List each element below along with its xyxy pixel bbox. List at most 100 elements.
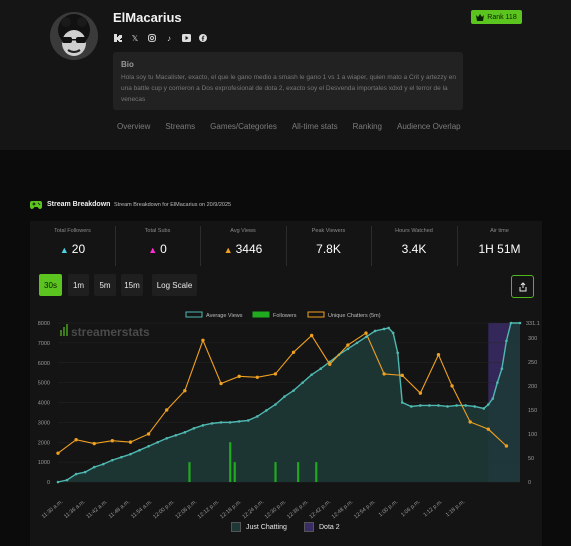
views-point	[518, 321, 522, 325]
views-point	[387, 326, 390, 330]
y-right-tick-label: 250	[528, 360, 537, 366]
views-point	[274, 403, 277, 406]
chatters-point	[504, 444, 509, 448]
y-left-tick-label: 0	[47, 480, 50, 486]
legend-label: Average Views	[206, 313, 243, 319]
followers-bar	[297, 462, 300, 482]
followers-bar	[315, 462, 318, 482]
views-point	[505, 339, 508, 343]
views-point	[292, 389, 295, 392]
chatters-point	[56, 451, 60, 455]
legend-swatch	[304, 522, 314, 532]
x-tick-label: 12:18 p.m.	[219, 499, 243, 521]
views-point	[156, 440, 159, 444]
y-right-tick-label: 200	[528, 384, 537, 390]
views-point	[237, 420, 241, 423]
chatters-point	[450, 384, 454, 388]
views-point	[500, 367, 504, 371]
views-point	[219, 421, 223, 424]
views-point	[486, 403, 490, 406]
chatters-point	[418, 391, 423, 395]
x-tick-label: 12:42 p.m.	[309, 499, 333, 521]
y-left-tick-label: 6000	[38, 361, 50, 367]
x-tick-label: 11:30 a.m.	[41, 499, 65, 520]
x-tick-label: 12:06 p.m.	[175, 499, 199, 521]
y-right-tick-label: 100	[528, 432, 537, 438]
x-tick-label: 11:48 a.m.	[108, 499, 132, 520]
x-tick-label: 12:24 p.m.	[242, 499, 266, 521]
views-point	[92, 465, 96, 469]
chatters-point	[436, 353, 441, 357]
x-tick-label: 11:42 a.m.	[85, 499, 109, 520]
views-point	[437, 404, 440, 407]
views-point	[74, 472, 78, 476]
views-point	[382, 327, 386, 331]
views-point	[482, 407, 486, 410]
views-point	[111, 458, 114, 462]
chatters-point	[110, 438, 115, 443]
legend-label: Unique Chatters (5m)	[328, 313, 381, 319]
legend-just-chatting[interactable]: Just Chatting	[231, 522, 287, 532]
watermark-bar-icon	[66, 324, 68, 336]
views-point	[419, 404, 422, 407]
views-point	[65, 478, 69, 482]
y-left-tick-label: 2000	[38, 440, 50, 446]
chatters-point	[92, 441, 96, 446]
x-tick-label: 1:18 p.m.	[445, 499, 467, 519]
chatters-point	[346, 343, 350, 347]
chatters-point	[165, 408, 169, 412]
views-point	[346, 347, 350, 351]
views-point	[428, 404, 431, 407]
legend-label: Dota 2	[319, 523, 340, 531]
chatters-point	[328, 362, 332, 367]
legend-dota-2[interactable]: Dota 2	[304, 522, 340, 532]
views-point	[83, 470, 87, 474]
x-tick-label: 12:00 p.m.	[152, 499, 176, 521]
views-point	[473, 405, 477, 408]
views-point	[192, 427, 196, 430]
watermark: streamerstats	[71, 325, 150, 339]
y-left-tick-label: 1000	[38, 460, 50, 466]
views-point	[355, 341, 359, 345]
watermark-bar-icon	[60, 330, 62, 336]
views-point	[201, 424, 205, 427]
x-tick-label: 1:12 p.m.	[423, 499, 445, 519]
views-point	[246, 419, 250, 422]
legend-label: Just Chatting	[246, 523, 287, 531]
views-point	[310, 373, 313, 376]
legend-swatch	[307, 311, 325, 318]
chatters-point	[364, 331, 368, 335]
views-point	[496, 381, 499, 384]
views-point	[509, 321, 513, 325]
chatters-point	[382, 372, 386, 376]
y-left-tick-label: 8000	[38, 321, 50, 327]
views-point	[147, 444, 150, 448]
views-point	[129, 452, 132, 456]
chatters-point	[291, 350, 296, 355]
views-point	[210, 422, 214, 425]
x-tick-label: 1:00 p.m.	[378, 499, 400, 519]
y-right-max-label: 331.1	[526, 321, 540, 327]
followers-bar	[229, 442, 232, 482]
x-tick-label: 1:06 p.m.	[400, 499, 422, 519]
y-right-tick-label: 150	[528, 408, 537, 414]
chatters-point	[219, 381, 223, 386]
legend-swatch	[252, 311, 270, 318]
views-point	[56, 480, 60, 484]
followers-bar	[188, 462, 191, 482]
x-tick-label: 12:30 p.m.	[264, 499, 288, 521]
x-tick-label: 12:12 p.m.	[197, 499, 221, 521]
chatters-point	[468, 420, 472, 424]
legend-swatch	[231, 522, 241, 532]
chatters-point	[146, 432, 151, 436]
views-point	[255, 415, 259, 418]
views-point	[101, 462, 105, 466]
views-point	[491, 397, 495, 400]
x-tick-label: 12:54 p.m.	[353, 499, 377, 521]
views-point	[391, 331, 395, 335]
views-point	[183, 431, 187, 434]
followers-bar	[274, 462, 277, 482]
followers-bar	[233, 462, 236, 482]
y-right-tick-label: 0	[528, 480, 531, 486]
chatters-point	[255, 375, 259, 379]
